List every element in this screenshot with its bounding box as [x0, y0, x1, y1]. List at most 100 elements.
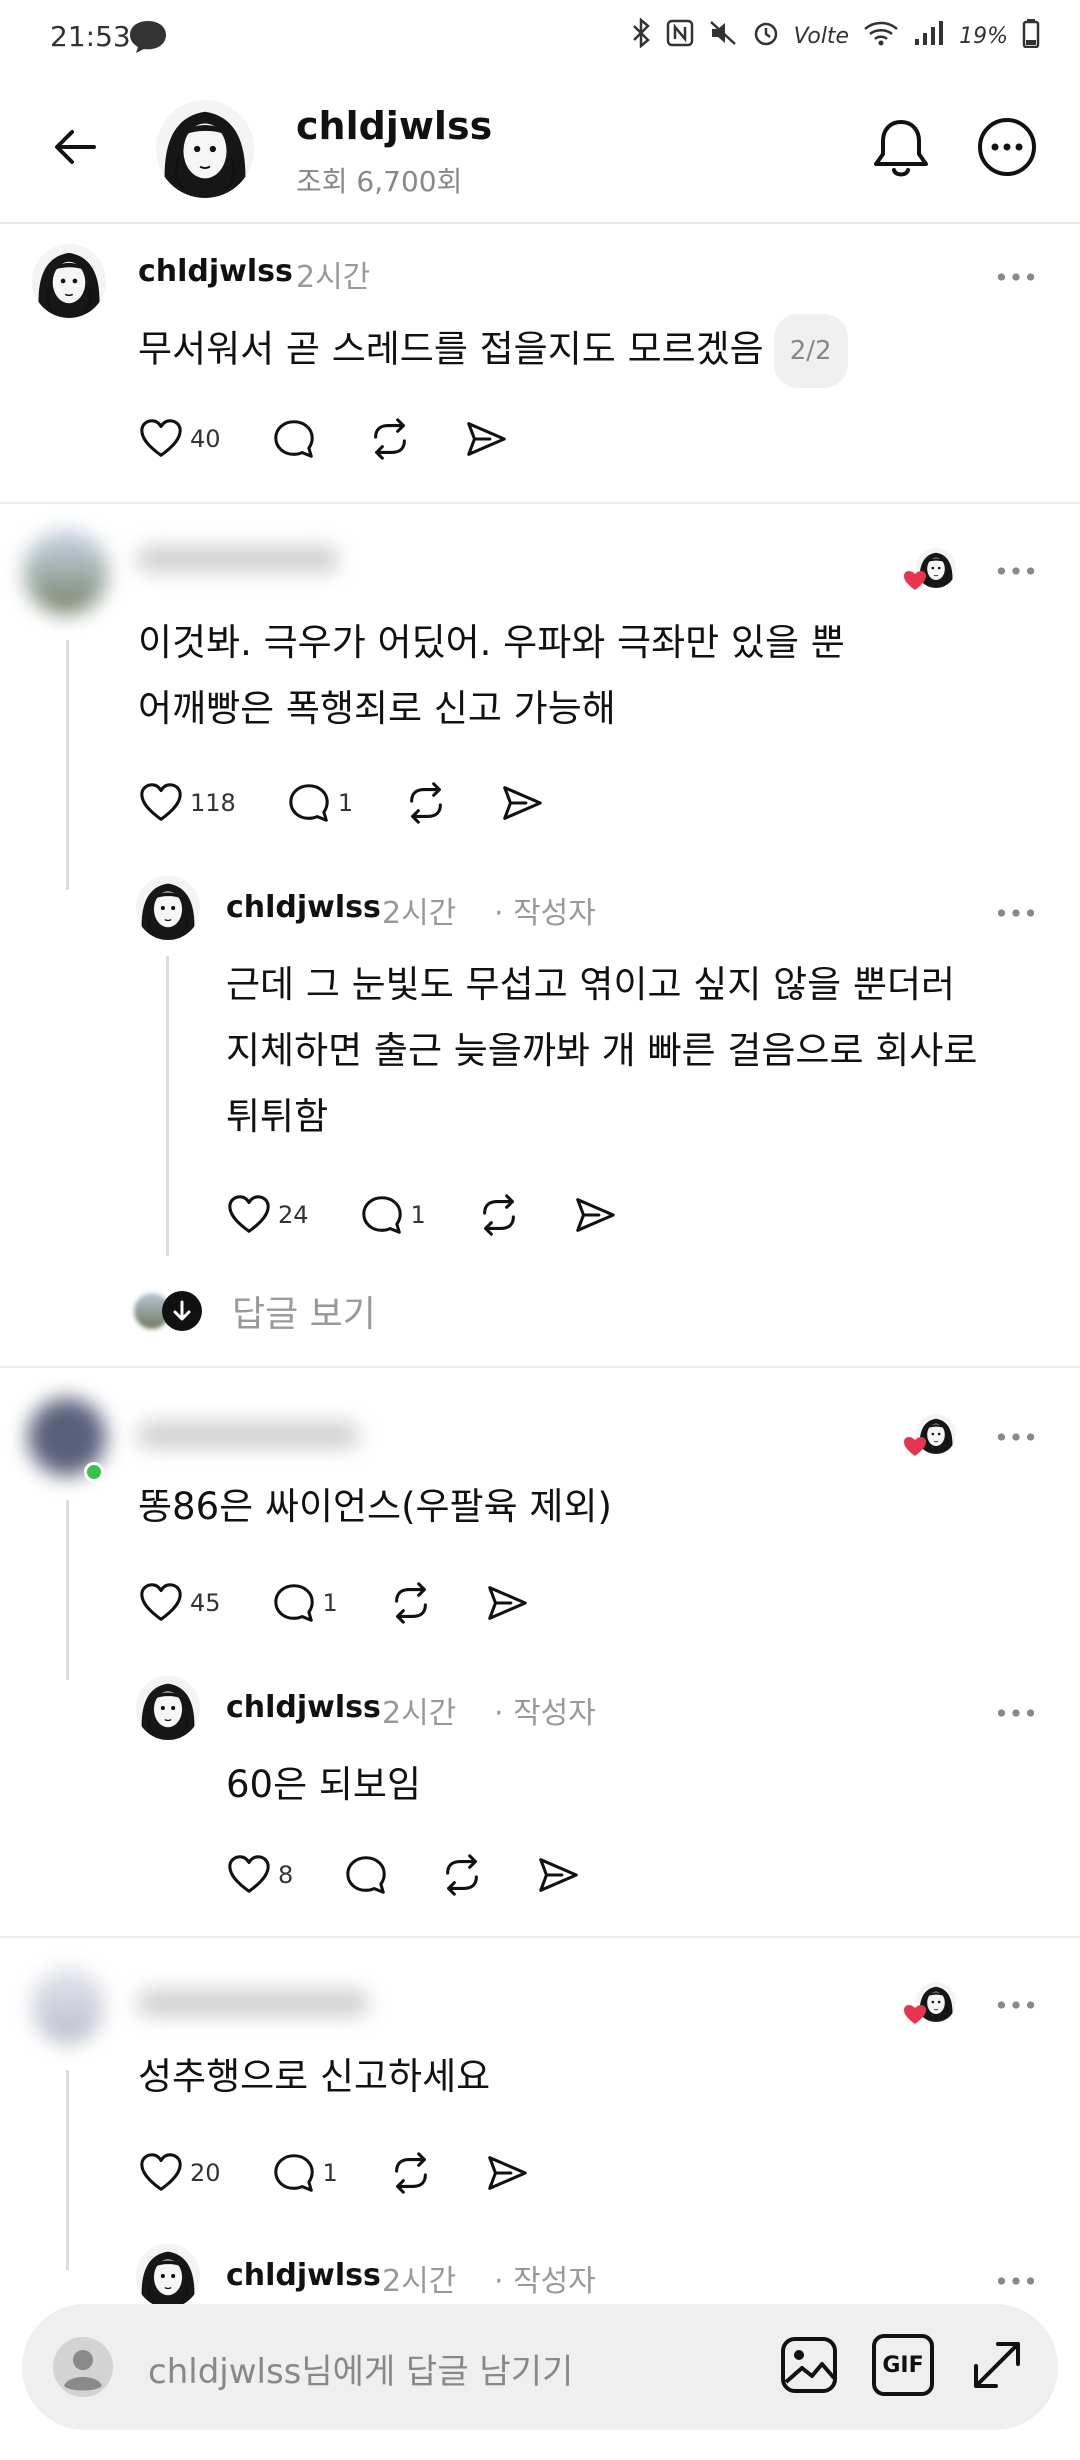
author-liked-badge [904, 1412, 956, 1464]
repost-button[interactable] [439, 1852, 485, 1898]
author-avatar[interactable] [136, 876, 200, 940]
post-more-icon[interactable] [996, 268, 1036, 287]
reply-input-placeholder[interactable]: chldjwlss님에게 답글 남기기 [148, 2344, 573, 2393]
gif-label: GIF [882, 2352, 924, 2378]
author-reply-more-icon[interactable] [996, 2272, 1036, 2291]
repost-icon [476, 1192, 522, 1238]
thread-line [66, 1500, 69, 1680]
heart-icon [226, 1852, 272, 1898]
like-button[interactable]: 24 [226, 1192, 309, 1238]
view-count: 조회 6,700회 [296, 165, 463, 198]
comment-icon [271, 2150, 317, 2196]
reply-avatar[interactable] [32, 1966, 104, 2044]
author-avatar[interactable] [136, 1676, 200, 1740]
author-avatar[interactable] [136, 2244, 200, 2308]
share-button[interactable] [499, 780, 545, 826]
reply-username-blurred [138, 1422, 358, 1448]
page-title: chldjwlss [296, 104, 493, 148]
repost-button[interactable] [403, 780, 449, 826]
comment-icon [343, 1852, 389, 1898]
comment-icon [271, 1580, 317, 1626]
author-username[interactable]: chldjwlss [226, 2258, 381, 2293]
share-button[interactable] [484, 1580, 530, 1626]
post-text: 무서워서 곧 스레드를 접을지도 모르겠음 [138, 327, 764, 371]
comment-icon [271, 416, 317, 462]
reply-more-icon[interactable] [996, 562, 1036, 581]
image-icon[interactable] [778, 2334, 840, 2400]
page-indicator: 2/2 [773, 314, 848, 388]
red-heart-icon [904, 2005, 926, 2024]
comment-button[interactable]: 1 [271, 1580, 338, 1626]
reply-composer[interactable]: chldjwlss님에게 답글 남기기 GIF [22, 2304, 1058, 2430]
reply-text-line: 성추행으로 신고하세요 [138, 2055, 491, 2098]
author-badge: · 작성자 [494, 2264, 596, 2299]
expand-icon[interactable] [966, 2334, 1028, 2400]
author-liked-badge [904, 546, 956, 598]
red-heart-icon [904, 571, 926, 590]
heart-icon [138, 416, 184, 462]
reply-more-icon[interactable] [996, 1428, 1036, 1447]
author-reply-actions: 24 1 [226, 1192, 668, 1238]
view-replies-button[interactable]: 답글 보기 [134, 1286, 376, 1336]
like-button[interactable]: 45 [138, 1580, 221, 1626]
reply-actions: 20 1 [138, 2150, 580, 2196]
heart-icon [226, 1192, 272, 1238]
author-username[interactable]: chldjwlss [226, 1690, 381, 1725]
reply-avatar[interactable] [24, 530, 108, 614]
reply-more-icon[interactable] [996, 1996, 1036, 2015]
repost-icon [403, 780, 449, 826]
reply-text-line: 근데 그 눈빛도 무섭고 엮이고 싶지 않을 뿐더러 [226, 963, 956, 1006]
author-username[interactable]: chldjwlss [226, 890, 381, 925]
like-count: 20 [190, 2159, 221, 2187]
heart-icon [138, 2150, 184, 2196]
comment-count: 1 [337, 789, 354, 817]
share-icon [484, 2150, 530, 2196]
author-time: 2시간 [382, 2264, 457, 2299]
bluetooth-icon [630, 17, 652, 54]
chat-bubble-icon [128, 18, 168, 58]
thread-line [66, 640, 69, 890]
like-button[interactable]: 20 [138, 2150, 221, 2196]
author-time: 2시간 [382, 1696, 457, 1731]
reply-text-line: 튀튀함 [226, 1095, 329, 1138]
repost-button[interactable] [388, 1580, 434, 1626]
share-button[interactable] [484, 2150, 530, 2196]
like-button[interactable]: 8 [226, 1852, 293, 1898]
user-avatar-icon [52, 2336, 114, 2402]
share-button[interactable] [535, 1852, 581, 1898]
reply-text-line: 어깨빵은 폭행죄로 신고 가능해 [138, 687, 616, 730]
more-options-icon[interactable] [976, 116, 1038, 182]
thread-line [66, 2070, 69, 2270]
reply-text: 성추행으로 신고하세요 [138, 2044, 490, 2110]
like-button[interactable]: 40 [138, 416, 221, 462]
reply-actions: 118 1 [138, 780, 595, 826]
comment-button[interactable]: 1 [359, 1192, 426, 1238]
comment-button[interactable] [343, 1852, 389, 1898]
reply-username-blurred [138, 546, 338, 572]
comment-button[interactable] [271, 416, 317, 462]
back-arrow-icon[interactable] [50, 122, 100, 176]
status-icons: Volte 19% [630, 17, 1040, 54]
share-button[interactable] [572, 1192, 618, 1238]
app-bar: chldjwlss 조회 6,700회 [0, 78, 1080, 224]
repost-button[interactable] [367, 416, 413, 462]
author-reply-more-icon[interactable] [996, 1704, 1036, 1723]
heart-icon [138, 1580, 184, 1626]
reply-avatars-stack [134, 1289, 206, 1333]
repost-button[interactable] [388, 2150, 434, 2196]
comment-button[interactable]: 1 [286, 780, 353, 826]
repost-button[interactable] [476, 1192, 522, 1238]
gif-button[interactable]: GIF [872, 2334, 934, 2396]
divider [0, 1936, 1080, 1938]
reply-actions: 45 1 [138, 1580, 580, 1626]
share-button[interactable] [463, 416, 509, 462]
profile-avatar[interactable] [156, 100, 254, 198]
post-avatar[interactable] [32, 244, 106, 318]
author-reply-more-icon[interactable] [996, 904, 1036, 923]
comment-button[interactable]: 1 [271, 2150, 338, 2196]
post-username[interactable]: chldjwlss [138, 254, 293, 289]
like-button[interactable]: 118 [138, 780, 236, 826]
share-icon [499, 780, 545, 826]
author-reply-text: 60은 되보임 [226, 1752, 421, 1818]
bell-icon[interactable] [870, 116, 932, 186]
